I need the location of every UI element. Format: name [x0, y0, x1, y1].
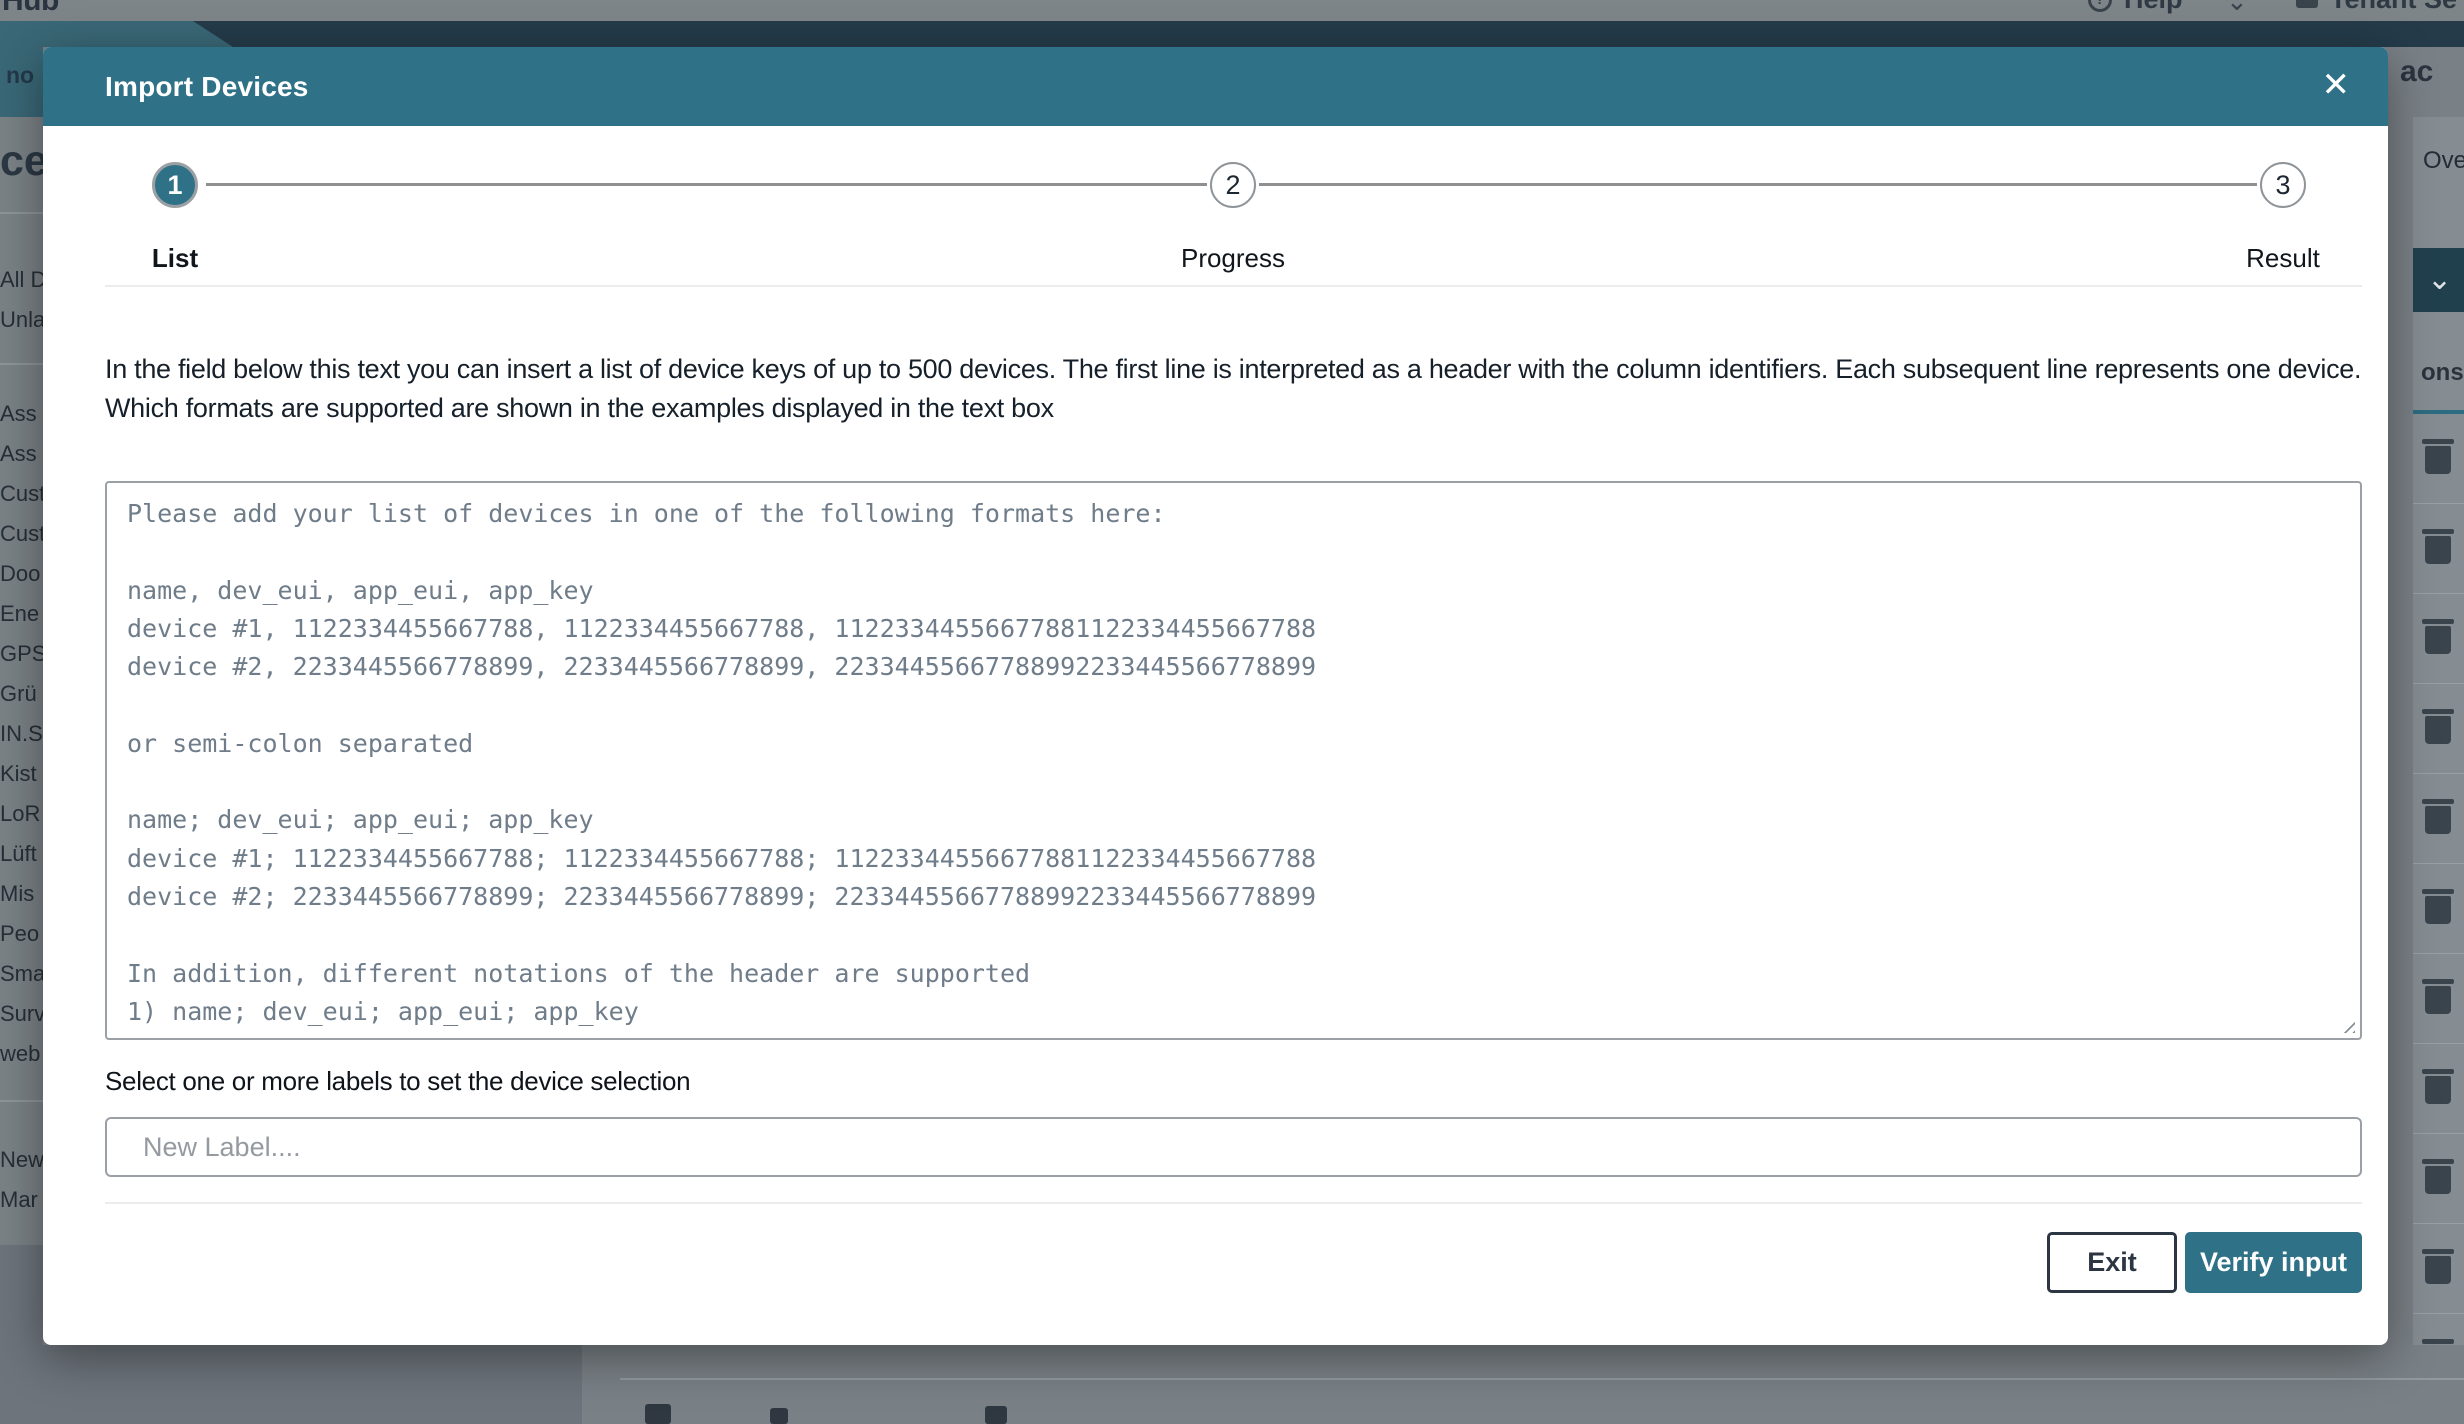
dropdown-button: ⌄ — [2413, 248, 2464, 312]
sidebar-item: Peo — [0, 917, 43, 957]
chevron-down-icon: ⌄ — [2226, 0, 2248, 17]
sidebar-section-label: no — [6, 62, 43, 89]
device-table-edge: Ove ⌄ ons — [2413, 117, 2464, 1345]
tenant-menu: Tenant Se — [2330, 0, 2464, 15]
table-row — [2413, 1224, 2464, 1314]
help-menu: Help — [2124, 0, 2183, 15]
import-instructions: In the field below this text you can ins… — [105, 350, 2362, 428]
page-title-fragment: ac — [2400, 55, 2433, 89]
sidebar-active-section: no — [0, 47, 43, 117]
table-row — [2413, 1134, 2464, 1224]
sidebar-item: Doo — [0, 557, 43, 597]
sidebar-item: Kist — [0, 757, 43, 797]
labels-hint: Select one or more labels to set the dev… — [105, 1066, 690, 1097]
sidebar-group-devices: All DUnla — [0, 263, 43, 343]
help-icon: ? — [2088, 0, 2112, 12]
background-panel-left — [0, 1345, 582, 1424]
sidebar-item: web — [0, 1037, 43, 1077]
trash-icon — [2425, 536, 2451, 564]
sidebar-item: Ene — [0, 597, 43, 637]
tenant-icon — [2296, 0, 2318, 8]
clipped-icon — [770, 1408, 788, 1424]
trash-icon — [2425, 986, 2451, 1014]
sidebar-group-labels: AssAssCustCustDooEneGPSGrüIN.SKistLoRLüf… — [0, 397, 43, 1077]
app-tab-bar — [0, 21, 2464, 47]
background-content-bottom — [582, 1345, 2464, 1424]
checkbox-icon — [645, 1404, 671, 1424]
app-brand-logo: Hub — [2, 0, 59, 18]
step-1-circle: 1 — [152, 162, 198, 208]
table-row — [2413, 954, 2464, 1044]
background-content-right: ac Ove ⌄ ons — [2388, 47, 2464, 1345]
sidebar-item: Unla — [0, 303, 43, 343]
sidebar-item: Ass — [0, 397, 43, 437]
trash-icon — [2425, 716, 2451, 744]
step-connector — [206, 183, 1207, 186]
device-list-textarea[interactable]: Please add your list of devices in one o… — [105, 481, 2362, 1040]
trash-icon — [2425, 896, 2451, 924]
divider — [105, 285, 2362, 287]
step-3-label: Result — [2246, 243, 2320, 274]
import-devices-modal: Import Devices ✕ 1 2 3 List Progress Res… — [43, 47, 2388, 1345]
trash-icon — [2425, 806, 2451, 834]
sidebar-item: Mar — [0, 1183, 43, 1223]
step-2-label: Progress — [1181, 243, 1285, 274]
step-2-circle: 2 — [1210, 162, 1256, 208]
sidebar-item: Sma — [0, 957, 43, 997]
sidebar-footer — [0, 1245, 43, 1345]
table-row — [2413, 864, 2464, 954]
table-row — [2413, 594, 2464, 684]
trash-icon — [2425, 1166, 2451, 1194]
sidebar-item: GPS — [0, 637, 43, 677]
new-label-input[interactable] — [105, 1117, 2362, 1177]
trash-icon — [2425, 1256, 2451, 1284]
overview-link-fragment: Ove — [2423, 147, 2464, 175]
sidebar-heading: ce — [0, 137, 43, 186]
sidebar-item: All D — [0, 263, 43, 303]
divider — [0, 1100, 43, 1102]
divider — [105, 1202, 2362, 1204]
trash-icon — [2425, 1076, 2451, 1104]
verify-input-button[interactable]: Verify input — [2185, 1232, 2362, 1293]
step-connector — [1259, 183, 2257, 186]
sidebar-item: Surv — [0, 997, 43, 1037]
exit-button[interactable]: Exit — [2047, 1232, 2177, 1293]
close-icon[interactable]: ✕ — [2322, 61, 2351, 109]
table-header-fragment: ons — [2421, 359, 2464, 387]
table-row — [2413, 414, 2464, 504]
app-top-bar: Hub ? Help ⌄ Tenant Se — [0, 0, 2464, 21]
table-row — [2413, 1044, 2464, 1134]
sidebar-item: IN.S — [0, 717, 43, 757]
divider — [620, 1378, 2464, 1380]
device-table-rows — [2413, 414, 2464, 1345]
sidebar-item: Ass — [0, 437, 43, 477]
table-row — [2413, 774, 2464, 864]
pencil-icon — [985, 1406, 1007, 1424]
step-1-label: List — [152, 243, 198, 274]
table-row — [2413, 1314, 2464, 1345]
divider — [0, 363, 43, 365]
sidebar-item: Grü — [0, 677, 43, 717]
divider — [0, 212, 43, 214]
trash-icon — [2425, 626, 2451, 654]
sidebar: ce All DUnla AssAssCustCustDooEneGPSGrüI… — [0, 117, 43, 1245]
sidebar-item: Cust — [0, 517, 43, 557]
sidebar-item: Lüft — [0, 837, 43, 877]
sidebar-item: New — [0, 1143, 43, 1183]
step-3-circle: 3 — [2260, 162, 2306, 208]
chevron-down-icon: ⌄ — [2427, 262, 2452, 297]
sidebar-item: Mis — [0, 877, 43, 917]
table-row — [2413, 504, 2464, 594]
sidebar-group-actions: NewMar — [0, 1143, 43, 1223]
sidebar-item: LoR — [0, 797, 43, 837]
sidebar-item: Cust — [0, 477, 43, 517]
modal-title: Import Devices — [105, 71, 309, 103]
trash-icon — [2425, 446, 2451, 474]
modal-header: Import Devices ✕ — [43, 47, 2388, 126]
table-row — [2413, 684, 2464, 774]
